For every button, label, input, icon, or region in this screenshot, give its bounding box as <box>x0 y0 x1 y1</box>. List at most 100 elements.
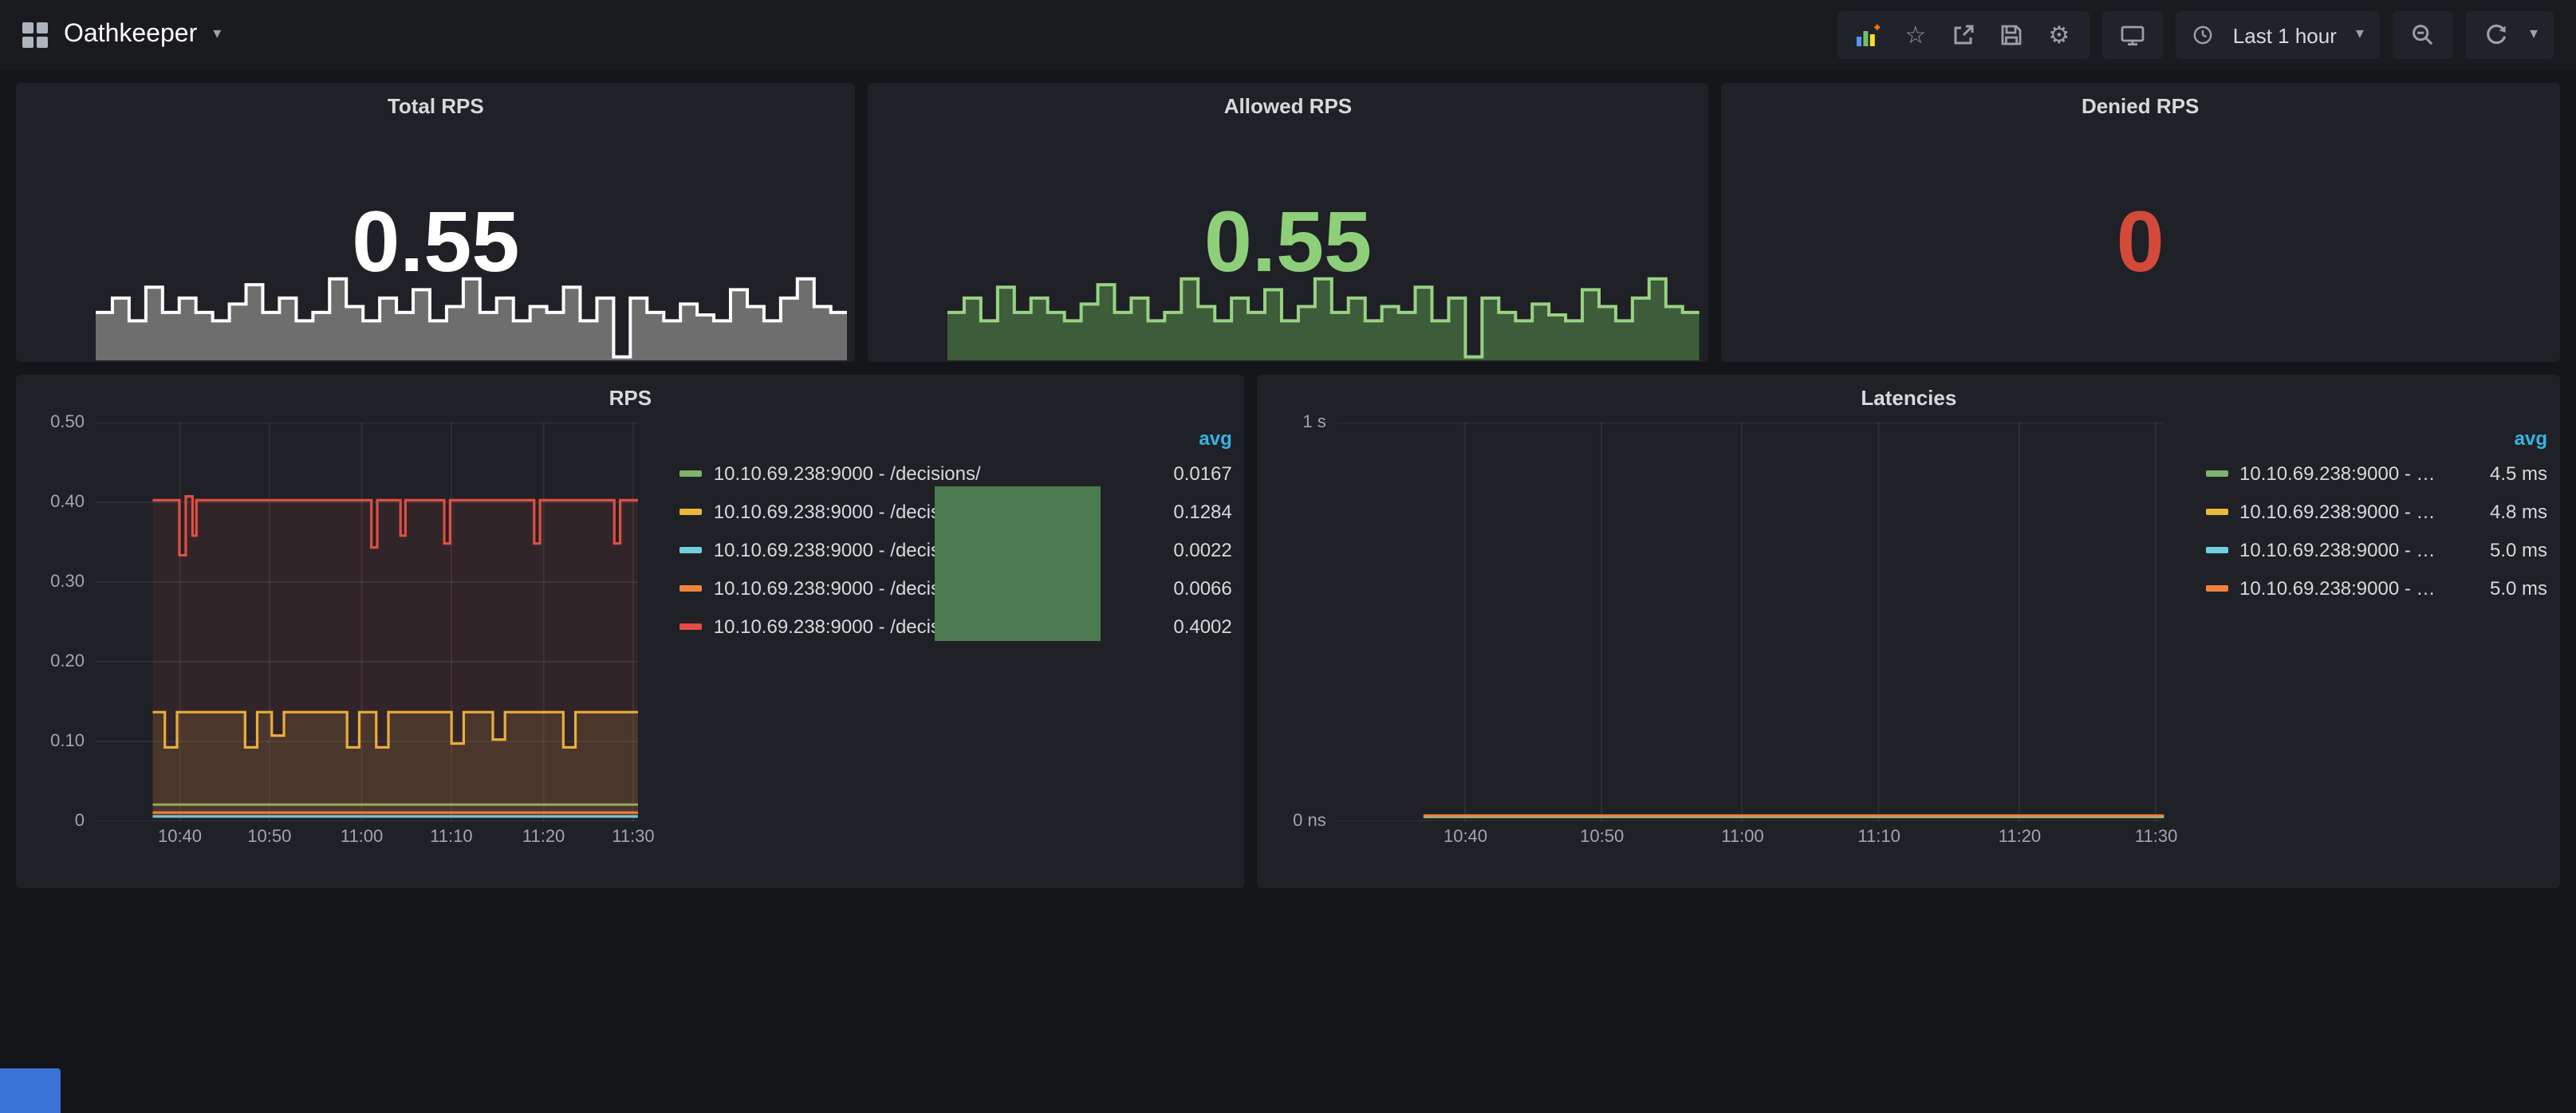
dashboard-title[interactable]: Oathkeeper <box>64 21 197 49</box>
star-button[interactable]: ☆ <box>1901 19 1930 51</box>
legend-series-label[interactable]: 10.10.69.238:9000 - /decisions/ <box>714 501 1122 523</box>
refresh-group: ▾ <box>2466 11 2554 59</box>
legend-series-label[interactable]: 10.10.69.238:9000 - /decisions/ <box>714 539 1122 561</box>
y-axis: 0.500.400.300.200.100 <box>32 423 96 821</box>
legend-series-avg: 0.0022 <box>1133 539 1232 561</box>
panel-title[interactable]: Denied RPS <box>1720 83 2560 118</box>
save-icon <box>1999 22 2024 48</box>
stat-value: 0 <box>1720 199 2560 285</box>
y-axis: 1 s0 ns <box>1274 423 1337 821</box>
allowed-rps-panel: Allowed RPS 0.55 <box>869 83 1708 362</box>
legend-header-row: avg <box>2206 423 2547 454</box>
share-icon <box>1951 22 1976 48</box>
graph-row: RPS 0.500.400.300.200.100 10:4010:5011:0… <box>16 375 2560 888</box>
x-axis: 10:4010:5011:0011:1011:2011:30 <box>1337 821 2164 850</box>
panel-title[interactable]: Total RPS <box>16 83 856 118</box>
legend-series-avg: 5.0 ms <box>2448 577 2547 600</box>
grafana-dashboard: Oathkeeper ▾ ☆ <box>0 0 2576 1113</box>
sparkline <box>96 271 848 360</box>
legend-series-avg: 0.1284 <box>1133 501 1232 523</box>
rps-graph-panel: RPS 0.500.400.300.200.100 10:4010:5011:0… <box>16 375 1245 888</box>
legend-series-avg: 5.0 ms <box>2448 539 2547 561</box>
stat-row: Total RPS 0.55 Allowed RPS 0.55 Denied R… <box>16 83 2560 362</box>
legend-series-color <box>2206 470 2228 477</box>
time-picker[interactable]: Last 1 hour ▾ <box>2176 11 2380 59</box>
latencies-chart-svg <box>1337 423 2164 821</box>
panel-actions-group: ☆ ⚙ <box>1837 11 2090 59</box>
sparkline-svg <box>948 271 1700 360</box>
legend-series-label[interactable]: 10.10.69.238:9000 - p99 <box>2239 539 2437 561</box>
legend-row[interactable]: 10.10.69.238:9000 - /decisions/0.1284 <box>680 493 1232 531</box>
denied-rps-panel: Denied RPS 0 <box>1720 83 2560 362</box>
legend-series-label[interactable]: 10.10.69.238:9000 - /decisions/ <box>714 462 1122 485</box>
settings-button[interactable]: ⚙ <box>2045 19 2074 51</box>
y-tick-label: 0.40 <box>50 493 85 512</box>
legend-row[interactable]: 10.10.69.238:9000 - p90 4.5 ms <box>2206 454 2547 493</box>
zoom-out-group <box>2393 11 2453 59</box>
legend-series-color <box>2206 509 2228 515</box>
add-panel-button[interactable] <box>1853 19 1882 51</box>
monitor-icon <box>2120 22 2145 48</box>
magnifier-minus-icon <box>2410 22 2436 48</box>
legend-series-label[interactable]: 10.10.69.238:9000 - p90 <box>2239 462 2437 485</box>
time-range-label[interactable]: Last 1 hour <box>2233 23 2337 47</box>
navbar: Oathkeeper ▾ ☆ <box>0 0 2576 70</box>
legend-series-color <box>680 623 703 630</box>
sparkline <box>948 271 1700 360</box>
panel-title[interactable]: Allowed RPS <box>869 83 1708 118</box>
plot-area: 10:4010:5011:0011:1011:2011:30 <box>96 423 639 882</box>
y-tick-label: 0.10 <box>50 732 85 751</box>
x-tick-label: 11:10 <box>1857 828 1900 847</box>
legend-row[interactable]: 10.10.69.238:9000 - /decisions/0.4002 <box>680 608 1232 646</box>
legend-series-color <box>680 470 703 477</box>
dashboard-body: Total RPS 0.55 Allowed RPS 0.55 Denied R… <box>0 70 2576 901</box>
chart-body: 0.500.400.300.200.100 10:4010:5011:0011:… <box>32 423 1232 882</box>
legend-series-avg: 0.0066 <box>1133 577 1232 600</box>
time-picker-caret-icon[interactable]: ▾ <box>2356 27 2364 43</box>
share-button[interactable] <box>1949 19 1978 51</box>
legend-row[interactable]: 10.10.69.238:9000 - /decisions/0.0066 <box>680 569 1232 608</box>
legend-row[interactable]: 10.10.69.238:9000 - /decisions/0.0167 <box>680 454 1232 493</box>
legend-row[interactable]: 10.10.69.238:9000 - p95 4.8 ms <box>2206 493 2547 531</box>
legend-series-label[interactable]: 10.10.69.238:9000 - /decisions/ <box>714 615 1122 638</box>
x-tick-label: 11:00 <box>1721 828 1763 847</box>
legend-avg-header[interactable]: avg <box>2448 427 2547 450</box>
save-button[interactable] <box>1997 19 2026 51</box>
tv-mode-button[interactable] <box>2118 19 2147 51</box>
x-tick-label: 11:20 <box>1999 828 2041 847</box>
x-tick-label: 10:40 <box>158 828 202 847</box>
clock-icon <box>2192 24 2214 46</box>
legend-series-label[interactable]: 10.10.69.238:9000 - /decisions/ <box>714 577 1122 600</box>
legend-series-color <box>2206 547 2228 553</box>
legend-avg-header[interactable]: avg <box>1133 427 1232 450</box>
tv-mode-group <box>2102 11 2163 59</box>
y-tick-label: 0 ns <box>1293 812 1326 831</box>
legend-series-color <box>680 585 703 592</box>
x-tick-label: 10:40 <box>1444 828 1487 847</box>
legend-series-label[interactable]: 10.10.69.238:9000 - p100 <box>2239 577 2437 600</box>
x-tick-label: 11:10 <box>430 828 472 847</box>
legend-series-avg: 4.8 ms <box>2448 501 2547 523</box>
legend-series-color <box>680 547 703 553</box>
refresh-button[interactable] <box>2482 19 2511 51</box>
panel-title[interactable]: Latencies <box>1258 375 2560 410</box>
rps-chart-svg <box>96 423 639 821</box>
legend: avg 10.10.69.238:9000 - /decisions/0.0167… <box>639 423 1232 882</box>
legend-series-color <box>680 509 703 515</box>
panel-title[interactable]: RPS <box>16 375 1245 410</box>
bar-chart-plus-icon <box>1855 22 1881 48</box>
refresh-interval-caret-icon[interactable]: ▾ <box>2530 27 2538 43</box>
refresh-icon <box>2483 22 2509 48</box>
bottom-left-bar <box>0 1068 61 1113</box>
legend-row[interactable]: 10.10.69.238:9000 - p100 5.0 ms <box>2206 569 2547 608</box>
legend-series-avg: 4.5 ms <box>2448 462 2547 485</box>
apps-grid-icon[interactable] <box>22 22 48 48</box>
zoom-out-button[interactable] <box>2409 19 2437 51</box>
legend-series-color <box>2206 585 2228 592</box>
legend-series-avg: 0.0167 <box>1133 462 1232 485</box>
dashboard-caret-icon[interactable]: ▾ <box>213 27 221 43</box>
legend-row[interactable]: 10.10.69.238:9000 - p99 5.0 ms <box>2206 531 2547 569</box>
legend-row[interactable]: 10.10.69.238:9000 - /decisions/0.0022 <box>680 531 1232 569</box>
legend-series-label[interactable]: 10.10.69.238:9000 - p95 <box>2239 501 2437 523</box>
total-rps-panel: Total RPS 0.55 <box>16 83 856 362</box>
